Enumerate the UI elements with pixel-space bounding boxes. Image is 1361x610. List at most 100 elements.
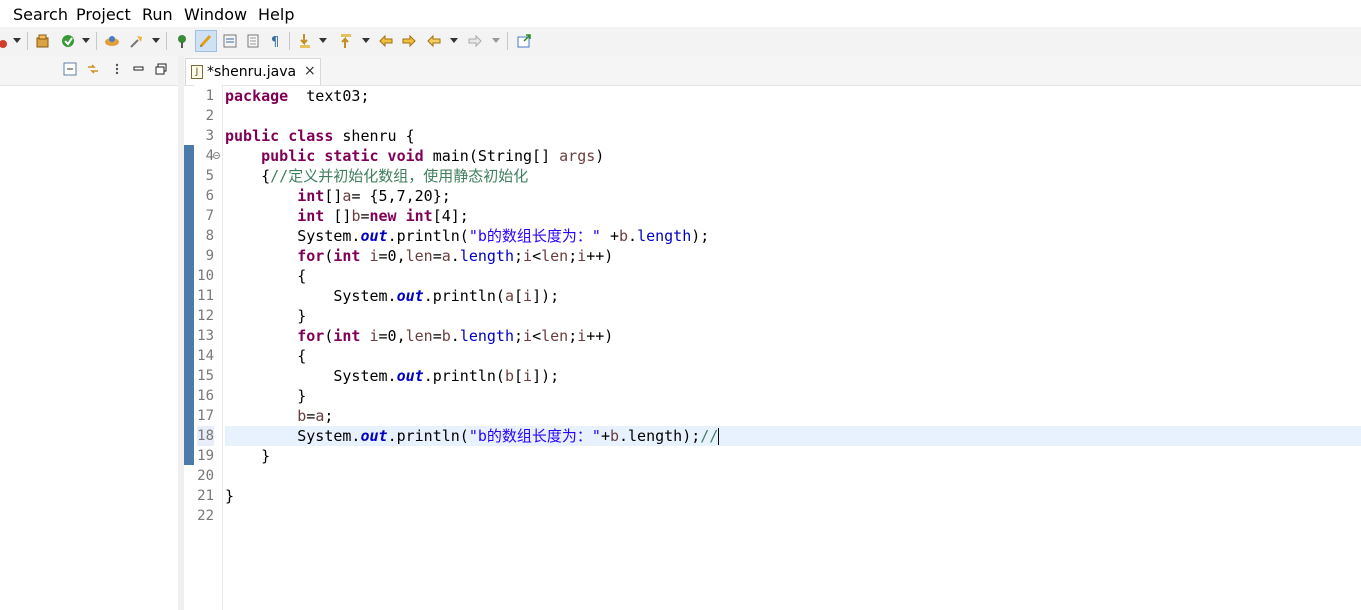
code-token: length <box>637 227 692 245</box>
line-number: 10 <box>197 268 214 284</box>
code-token: shenru { <box>333 127 415 145</box>
show-whitespace-icon[interactable] <box>222 33 238 49</box>
code-token: b <box>504 367 514 385</box>
code-token: len <box>541 247 569 265</box>
debug-menu-arrow-icon[interactable] <box>82 38 90 43</box>
code-line: } <box>225 446 270 466</box>
prev-annotation-arrow-icon[interactable] <box>362 38 370 43</box>
code-token: ; <box>568 247 578 265</box>
new-project-icon[interactable] <box>35 33 51 49</box>
code-token: ; <box>324 407 334 425</box>
code-line: System.out.println(a[i]); <box>225 286 559 306</box>
maximize-icon[interactable] <box>154 62 168 76</box>
code-token: .println( <box>423 367 505 385</box>
menu-search[interactable]: Search <box>13 5 68 24</box>
code-token: System. <box>225 367 397 385</box>
code-token: [ <box>514 287 524 305</box>
code-token: System. <box>225 287 397 305</box>
link-with-editor-icon[interactable] <box>86 62 100 76</box>
toggle-highlight-icon[interactable] <box>175 33 191 49</box>
code-line: System.out.println("b的数组长度为："+b.length);… <box>225 426 720 446</box>
pilcrow-icon[interactable]: ¶ <box>268 33 284 49</box>
code-token: = {5,7,20}; <box>351 187 451 205</box>
toggle-edit-button[interactable] <box>195 30 217 52</box>
code-token: i <box>523 367 533 385</box>
external-icon[interactable] <box>516 33 532 49</box>
code-token: ; <box>568 327 578 345</box>
fold-collapse-icon[interactable]: − <box>213 152 220 160</box>
code-token: ]); <box>532 287 560 305</box>
line-number: 16 <box>197 388 214 404</box>
next-annotation-icon[interactable] <box>297 33 313 49</box>
line-number: 3 <box>205 128 214 144</box>
menu-window[interactable]: Window <box>184 5 247 24</box>
code-token: . <box>450 247 460 265</box>
line-number: 15 <box>197 368 214 384</box>
code-token: ) <box>595 147 605 165</box>
code-token: int <box>333 327 361 345</box>
package-explorer-header <box>0 56 178 86</box>
menu-project[interactable]: Project <box>76 5 131 24</box>
line-number: 2 <box>205 108 214 124</box>
code-line: System.out.println("b的数组长度为：" +b.length)… <box>225 226 709 246</box>
code-token: a <box>441 247 451 265</box>
last-edit-location-icon[interactable] <box>378 33 394 49</box>
code-token: [ <box>514 367 524 385</box>
toolbar-separator <box>166 32 167 50</box>
code-token: len <box>405 247 433 265</box>
line-number: 6 <box>205 188 214 204</box>
code-token: .println( <box>387 227 469 245</box>
code-token: int <box>297 207 325 225</box>
code-token: args <box>559 147 596 165</box>
forward-menu-arrow-icon[interactable] <box>492 38 500 43</box>
minimize-icon[interactable] <box>132 62 146 76</box>
code-line: for(int i=0,len=a.length;i<len;i++) <box>225 246 613 266</box>
code-token: i <box>577 247 587 265</box>
code-token: { <box>225 267 307 285</box>
back-menu-arrow-icon[interactable] <box>450 38 458 43</box>
line-number-ruler[interactable]: 1 2 3 4 5 6 7 8 9 10 11 12 13 14 15 16 17 18 19 20 21 22 <box>194 85 223 610</box>
code-token: ; <box>514 327 524 345</box>
code-token: = <box>306 407 316 425</box>
code-token: package <box>225 87 289 105</box>
code-line: int []b=new int[4]; <box>225 206 469 226</box>
code-token: length <box>459 247 514 265</box>
run-dropdown-icon[interactable] <box>0 33 14 49</box>
code-token: length <box>459 327 514 345</box>
edit-forward-icon[interactable] <box>401 33 417 49</box>
menu-run[interactable]: Run <box>142 5 173 24</box>
debug-icon[interactable] <box>60 33 76 49</box>
search-menu-arrow-icon[interactable] <box>152 38 160 43</box>
next-annotation-arrow-icon[interactable] <box>319 38 327 43</box>
code-token: i <box>577 327 587 345</box>
code-token: b <box>619 227 629 245</box>
code-token: b <box>609 427 619 445</box>
menu-help[interactable]: Help <box>258 5 294 24</box>
code-token: out <box>360 227 388 245</box>
code-text-area[interactable]: package text03; public class shenru { pub… <box>225 85 1361 610</box>
code-token: < <box>532 247 542 265</box>
tab-shenru-java[interactable]: J *shenru.java × <box>185 58 321 85</box>
change-ruler-marker <box>184 145 194 465</box>
view-menu-icon[interactable] <box>110 62 124 76</box>
code-token: System. <box>225 227 361 245</box>
collapse-all-icon[interactable] <box>63 62 77 76</box>
run-menu-arrow-icon[interactable] <box>13 38 21 43</box>
code-token: } <box>225 307 307 325</box>
toggle-edit-icon <box>199 34 212 48</box>
open-type-icon[interactable] <box>104 33 120 49</box>
line-number: 19 <box>197 448 214 464</box>
back-icon[interactable] <box>426 33 442 49</box>
forward-icon[interactable] <box>467 33 483 49</box>
block-selection-icon[interactable] <box>245 33 261 49</box>
code-token: =0, <box>378 247 406 265</box>
code-token: } <box>225 387 307 405</box>
code-token: ; <box>514 247 524 265</box>
close-icon[interactable]: × <box>304 63 316 79</box>
search-icon[interactable] <box>129 33 145 49</box>
prev-annotation-icon[interactable] <box>338 33 354 49</box>
